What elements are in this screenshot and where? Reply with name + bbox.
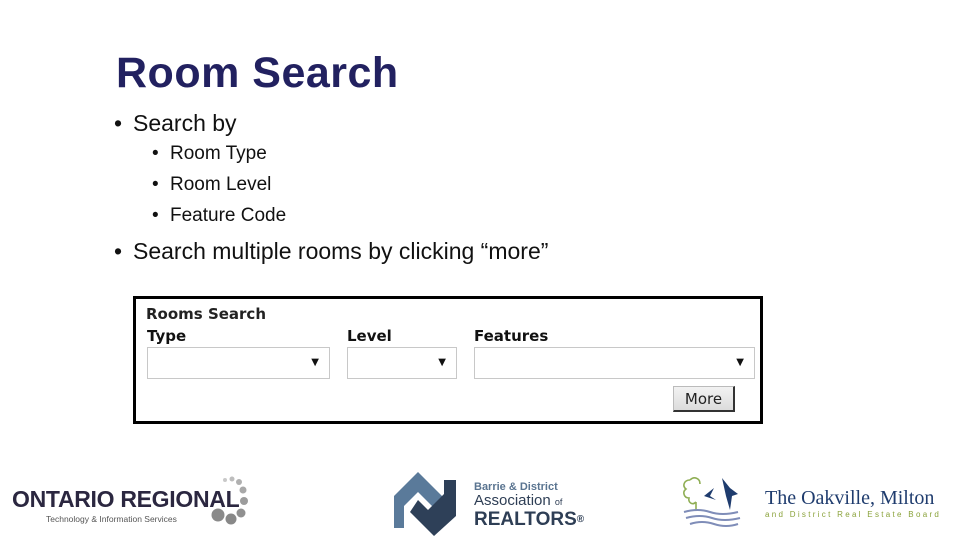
level-select[interactable]: ▼ xyxy=(347,347,457,379)
barrie-line3-text: REALTORS xyxy=(474,509,577,530)
barrie-line2-text: Association xyxy=(474,492,551,509)
features-label: Features xyxy=(474,327,549,345)
sub-bullet-item: • Room Level xyxy=(152,169,548,200)
bullet-text: Search multiple rooms by clicking “more” xyxy=(133,238,549,264)
bullet-item: • Search multiple rooms by clicking “mor… xyxy=(114,236,548,266)
bullet-icon: • xyxy=(152,174,159,195)
bullet-icon: • xyxy=(152,143,159,164)
sub-bullet-text: Room Level xyxy=(170,174,272,195)
chevron-down-icon: ▼ xyxy=(736,357,744,368)
oakville-tagline: and District Real Estate Board xyxy=(765,510,942,519)
sub-bullet-list: • Room Type • Room Level • Feature Code xyxy=(152,138,548,231)
level-label: Level xyxy=(347,327,392,345)
barrie-house-icon xyxy=(394,472,456,536)
more-button[interactable]: More xyxy=(673,386,735,412)
bullet-item: • Search by xyxy=(114,108,548,138)
oakville-tree-house-icon xyxy=(683,477,741,527)
type-select[interactable]: ▼ xyxy=(147,347,330,379)
slide-title: Room Search xyxy=(116,49,399,97)
barrie-line3: REALTORS® xyxy=(474,510,584,530)
chevron-down-icon: ▼ xyxy=(438,357,446,368)
features-select[interactable]: ▼ xyxy=(474,347,755,379)
sub-bullet-item: • Feature Code xyxy=(152,200,548,231)
sub-bullet-item: • Room Type xyxy=(152,138,548,169)
sub-bullet-text: Room Type xyxy=(170,143,267,164)
registered-mark: ® xyxy=(576,514,585,525)
chevron-down-icon: ▼ xyxy=(311,357,319,368)
type-label: Type xyxy=(147,327,187,345)
barrie-logo-text: Barrie & District Association of REALTOR… xyxy=(474,481,584,530)
barrie-line2-suffix: of xyxy=(554,497,563,507)
panel-heading: Rooms Search xyxy=(146,305,267,323)
bullet-list: • Search by • Room Type • Room Level • F… xyxy=(114,108,548,266)
rooms-search-panel: Rooms Search Type ▼ Level ▼ Features ▼ M… xyxy=(133,296,763,424)
barrie-line2: Association of xyxy=(474,493,584,510)
bullet-icon: • xyxy=(114,238,123,264)
bullet-icon: • xyxy=(114,110,123,136)
oakville-name: The Oakville, Milton xyxy=(765,487,935,509)
sub-bullet-text: Feature Code xyxy=(170,205,287,226)
bullet-text: Search by xyxy=(133,110,237,136)
dots-icon xyxy=(211,476,248,525)
oakville-logo-text: The Oakville, Milton and District Real E… xyxy=(765,487,941,519)
bullet-icon: • xyxy=(152,205,159,226)
